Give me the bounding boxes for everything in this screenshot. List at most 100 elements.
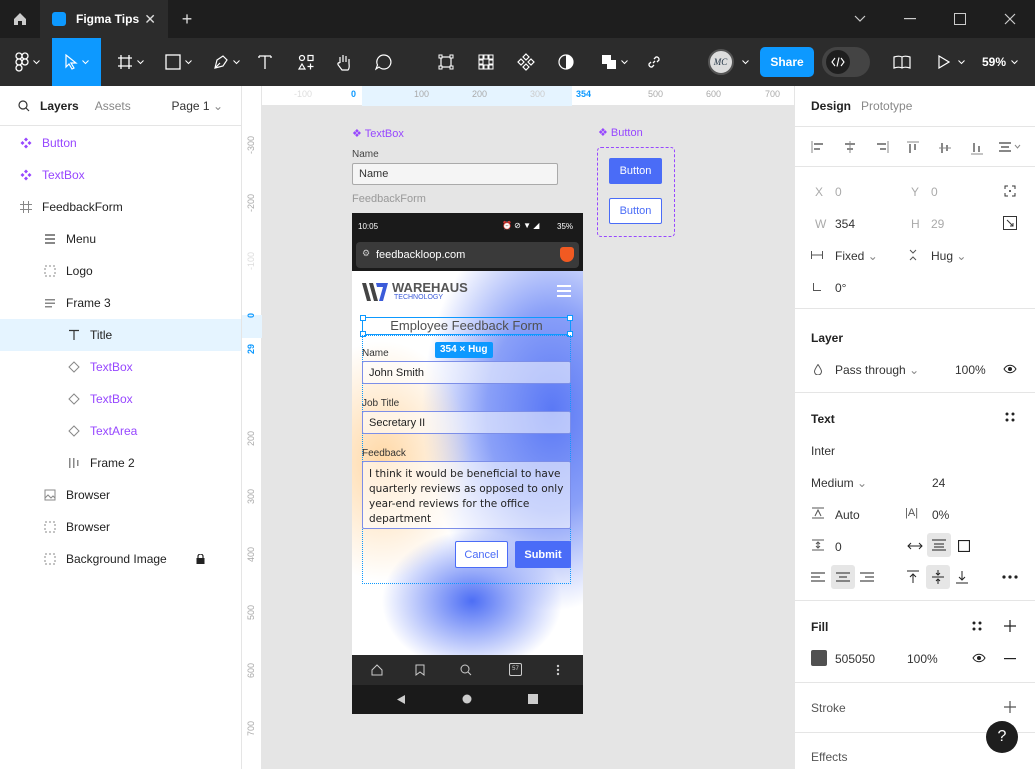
component-button[interactable] — [514, 38, 538, 86]
help-button[interactable]: ? — [986, 721, 1018, 753]
layer-item-background-image[interactable]: Background Image — [0, 543, 241, 575]
submit-button[interactable]: Submit — [515, 541, 571, 568]
form-title-selection[interactable]: Employee Feedback Form — [360, 315, 573, 337]
maximize-button[interactable] — [935, 0, 985, 38]
search-icon[interactable] — [460, 664, 472, 676]
close-window-button[interactable] — [985, 0, 1035, 38]
button-secondary-variant[interactable]: Button — [609, 198, 662, 224]
layer-opacity-input[interactable]: 100% — [955, 363, 986, 377]
bookmark-icon[interactable] — [415, 664, 425, 676]
pen-tool-button[interactable] — [206, 38, 246, 86]
y-input[interactable]: 0 — [931, 185, 938, 199]
more-vertical-icon[interactable] — [556, 664, 560, 676]
tab-prototype[interactable]: Prototype — [861, 99, 912, 113]
align-bottom-icon[interactable] — [971, 141, 983, 155]
grid-button[interactable] — [474, 38, 498, 86]
avatar-menu[interactable]: MC — [704, 38, 752, 86]
layer-item-frame-3[interactable]: Frame 3 — [0, 287, 241, 319]
mask-button[interactable] — [554, 38, 578, 86]
feedbackform-frame[interactable]: 10:05 ⏰ ⊘ ▼ ◢ 35% ⚙ feedbackloop.com WAR… — [352, 213, 583, 714]
vertical-align-middle-toggle[interactable] — [926, 565, 950, 589]
resources-button[interactable] — [294, 38, 318, 86]
tab-design[interactable]: Design — [811, 99, 851, 113]
letter-spacing-input[interactable]: 0% — [932, 508, 949, 522]
constraints-icon[interactable] — [1004, 185, 1016, 197]
button-component-set[interactable]: Button Button — [597, 147, 675, 237]
align-right-icon[interactable] — [875, 141, 889, 153]
close-tab-icon[interactable]: ✕ — [144, 11, 156, 28]
height-mode-select[interactable]: Hug ⌄ — [931, 249, 966, 263]
textbox-component-label[interactable]: ❖ TextBox — [352, 127, 404, 140]
layer-item-textbox[interactable]: TextBox — [0, 159, 241, 191]
text-align-left-icon[interactable] — [811, 572, 825, 582]
fill-hex-input[interactable]: 505050 — [835, 652, 875, 666]
new-tab-button[interactable]: + — [176, 8, 198, 30]
auto-height-toggle[interactable] — [927, 533, 951, 557]
shape-tool-button[interactable] — [158, 38, 198, 86]
hand-tool-button[interactable] — [332, 38, 356, 86]
cancel-button[interactable]: Cancel — [455, 541, 508, 568]
zoom-menu[interactable]: 59% — [982, 38, 1018, 86]
textbox-demo-input[interactable]: Name — [352, 163, 558, 185]
brave-icon[interactable] — [560, 247, 574, 262]
paragraph-spacing-input[interactable]: 0 — [835, 540, 842, 554]
line-height-input[interactable]: Auto — [835, 508, 860, 522]
recents-icon[interactable] — [528, 694, 538, 704]
text-tool-button[interactable] — [254, 38, 276, 86]
tab-layers[interactable]: Layers — [40, 99, 79, 113]
layer-item-browser[interactable]: Browser — [0, 511, 241, 543]
home-icon[interactable] — [371, 664, 383, 676]
h-input[interactable]: 29 — [931, 217, 944, 231]
canvas[interactable]: ❖ TextBox Name Name ❖ Button Button Butt… — [262, 106, 794, 769]
name-input[interactable]: John Smith — [362, 361, 571, 384]
button-primary-variant[interactable]: Button — [609, 158, 662, 184]
w-input[interactable]: 354 — [835, 217, 855, 231]
align-top-icon[interactable] — [907, 141, 919, 155]
boolean-button[interactable] — [594, 38, 634, 86]
font-family-select[interactable]: Inter — [811, 444, 835, 458]
fill-styles-icon[interactable] — [972, 621, 982, 631]
distribute-icon[interactable] — [999, 141, 1021, 153]
more-options-icon[interactable] — [1002, 575, 1018, 579]
font-size-input[interactable]: 24 — [932, 476, 945, 490]
link-button[interactable] — [642, 38, 666, 86]
add-fill-icon[interactable] — [1004, 620, 1016, 632]
tab-assets[interactable]: Assets — [95, 99, 131, 113]
tabs-count[interactable]: 57 — [509, 663, 522, 676]
align-vertical-center-icon[interactable] — [939, 141, 951, 155]
present-button[interactable] — [934, 38, 968, 86]
layer-item-menu[interactable]: Menu — [0, 223, 241, 255]
fixed-size-icon[interactable] — [958, 540, 970, 552]
layer-item-title[interactable]: Title — [0, 319, 241, 351]
text-align-center-toggle[interactable] — [831, 565, 855, 589]
vertical-align-top-icon[interactable] — [907, 570, 919, 584]
layer-item-textbox-instance[interactable]: TextBox — [0, 383, 241, 415]
align-horizontal-center-icon[interactable] — [843, 141, 857, 153]
url-bar[interactable]: ⚙ feedbackloop.com — [356, 242, 579, 268]
lock-icon[interactable] — [196, 554, 205, 564]
layer-item-feedbackform[interactable]: FeedbackForm — [0, 191, 241, 223]
blend-mode-select[interactable]: Pass through ⌄ — [835, 363, 919, 377]
button-component-label[interactable]: ❖ Button — [598, 126, 643, 139]
search-icon[interactable] — [18, 99, 30, 112]
eye-icon[interactable] — [972, 653, 986, 663]
layer-item-browser-image[interactable]: Browser — [0, 479, 241, 511]
layer-item-button[interactable]: Button — [0, 127, 241, 159]
hamburger-menu-icon[interactable] — [557, 285, 571, 297]
layer-item-textbox-instance[interactable]: TextBox — [0, 351, 241, 383]
page-selector[interactable]: Page 1 ⌄ — [172, 99, 223, 113]
feedbackform-frame-label[interactable]: FeedbackForm — [352, 193, 426, 205]
file-tab[interactable]: Figma Tips ✕ — [40, 0, 168, 38]
resize-handle[interactable] — [360, 315, 366, 321]
add-stroke-icon[interactable] — [1004, 701, 1016, 713]
width-mode-select[interactable]: Fixed ⌄ — [835, 249, 878, 263]
fill-color-swatch[interactable] — [811, 650, 827, 666]
fill-opacity-input[interactable]: 100% — [907, 652, 938, 666]
x-input[interactable]: 0 — [835, 185, 842, 199]
resize-handle[interactable] — [567, 315, 573, 321]
auto-width-icon[interactable] — [907, 541, 923, 551]
text-styles-icon[interactable] — [1005, 412, 1015, 422]
chevron-down-icon[interactable] — [835, 0, 885, 38]
text-align-right-icon[interactable] — [860, 572, 874, 582]
home-circle-icon[interactable] — [462, 694, 472, 704]
